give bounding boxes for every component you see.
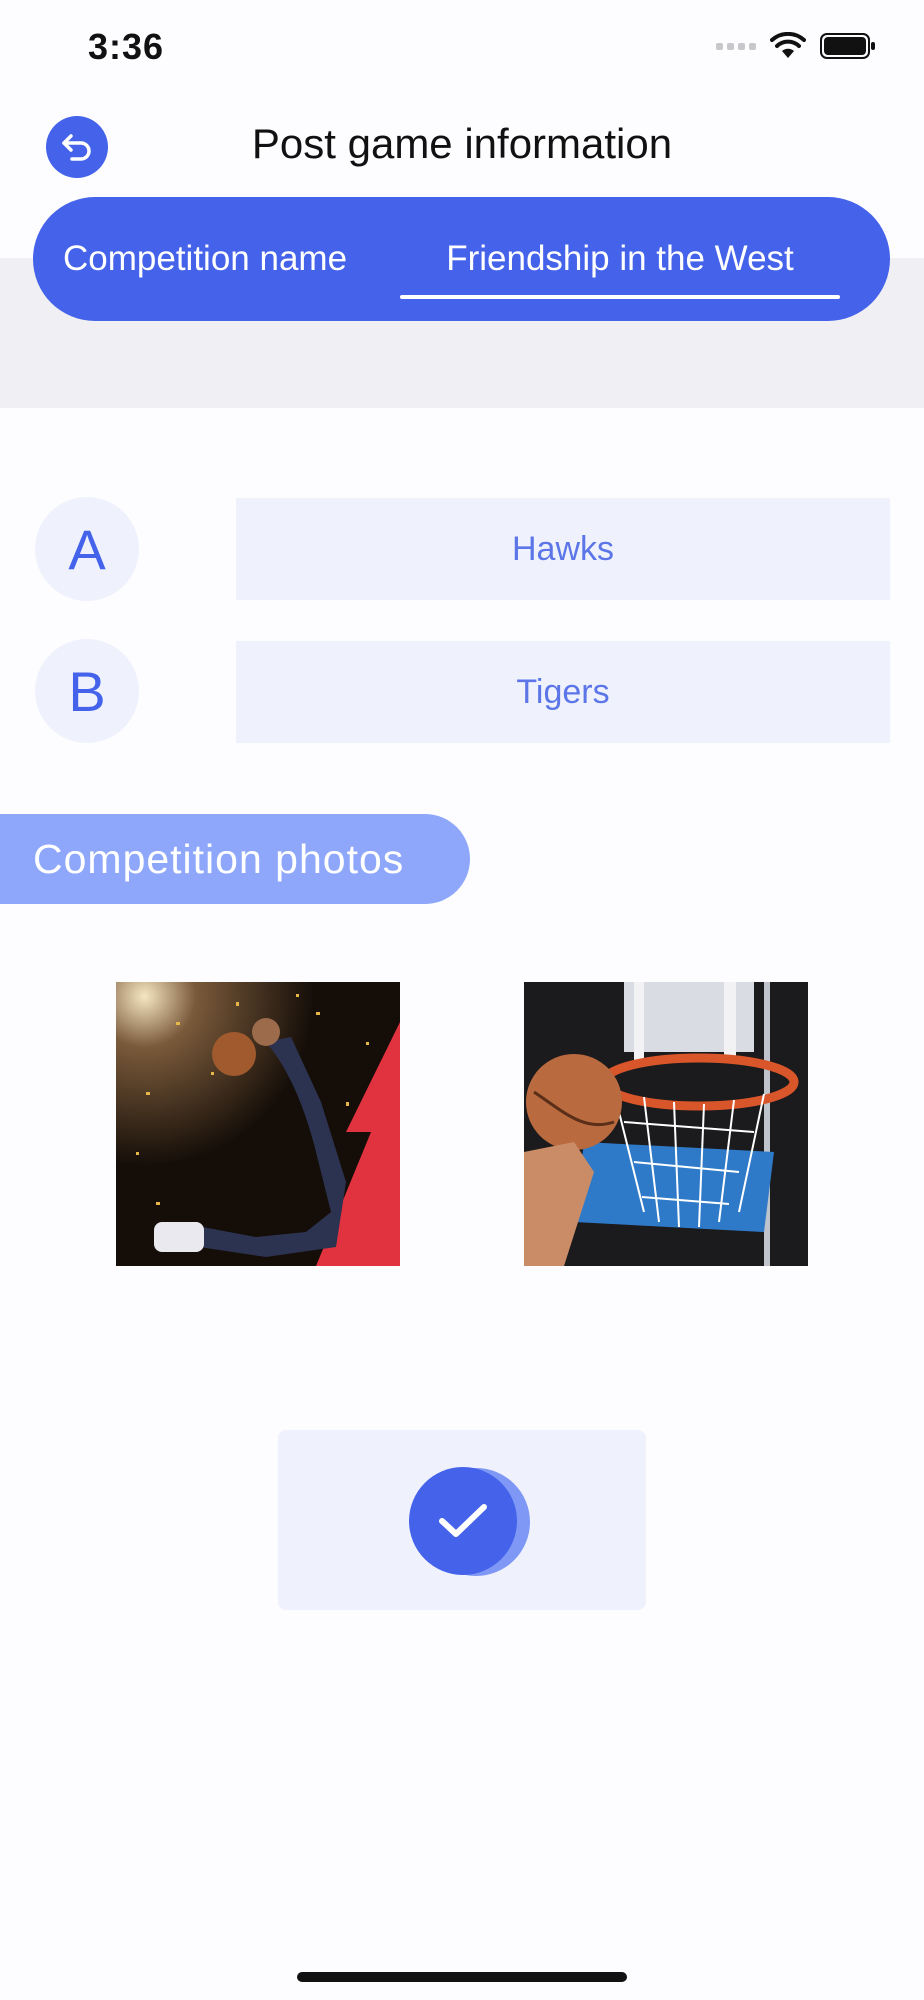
basketball-dunk-photo[interactable]	[116, 982, 400, 1266]
competition-photos-header: Competition photos	[0, 814, 470, 904]
signal-icon	[716, 42, 756, 50]
basketball-hoop-photo[interactable]	[524, 982, 808, 1266]
checkmark-icon	[409, 1467, 517, 1575]
wifi-icon	[770, 32, 806, 60]
competition-name-value[interactable]: Friendship in the West	[400, 239, 840, 279]
home-indicator	[297, 1972, 627, 1982]
status-time: 3:36	[88, 26, 165, 67]
team-b-badge: B	[35, 639, 139, 743]
status-icons	[716, 32, 876, 60]
battery-icon	[820, 33, 876, 59]
team-a-field[interactable]: Hawks	[236, 498, 890, 600]
post-game-screen: 3:36 Post game information Competition n…	[0, 0, 924, 2000]
competition-name-underline	[400, 295, 840, 299]
competition-name-label: Competition name	[63, 239, 348, 278]
team-a-badge: A	[35, 497, 139, 601]
team-b-field[interactable]: Tigers	[236, 641, 890, 743]
competition-name-field[interactable]: Competition name Friendship in the West	[33, 197, 890, 321]
confirm-button[interactable]	[278, 1430, 646, 1610]
page-title: Post game information	[251, 120, 673, 167]
